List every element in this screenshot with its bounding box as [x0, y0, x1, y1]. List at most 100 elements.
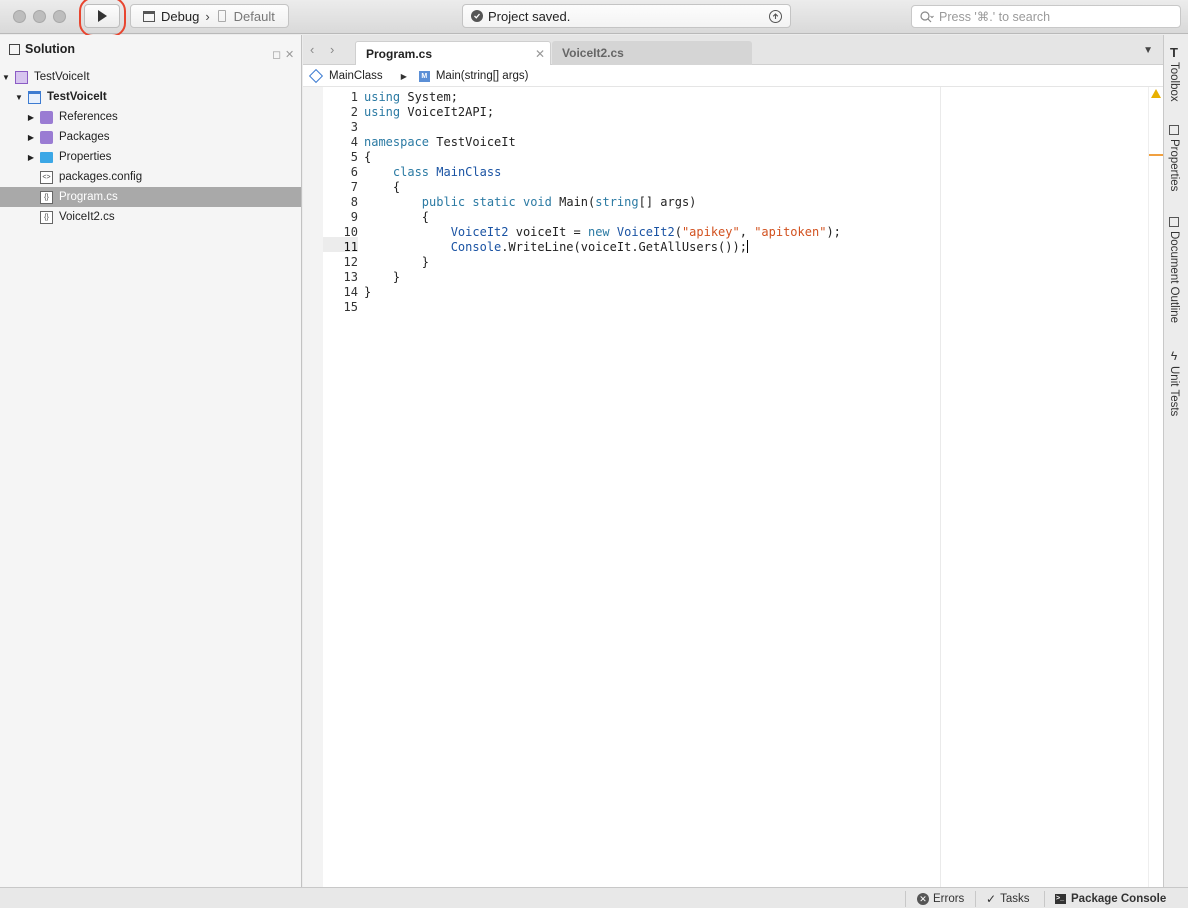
line-number: 4	[350, 135, 358, 149]
tasks-label: Tasks	[1000, 893, 1030, 905]
search-input[interactable]	[939, 9, 1169, 24]
tab-list-dropdown-icon[interactable]: ▼	[1143, 45, 1153, 56]
minimize-window-button[interactable]	[33, 10, 46, 23]
configuration-label: Debug	[161, 8, 200, 24]
dock-label: Document Outline	[1168, 231, 1180, 324]
dock-properties[interactable]: Properties	[1168, 125, 1180, 191]
code-editor: ‹ › Program.cs ✕ VoiceIt2.cs ▼ MainClass…	[303, 35, 1163, 887]
tree-item-voiceit2-cs[interactable]: {} VoiceIt2.cs	[0, 207, 301, 227]
close-pane-icon[interactable]: ✕	[285, 48, 294, 61]
line-number: 2	[350, 105, 358, 119]
line-number: 3	[350, 120, 358, 134]
tree-item-program-cs[interactable]: {} Program.cs	[0, 187, 301, 207]
check-circle-icon	[471, 10, 483, 22]
solution-pane: Solution ◻ ✕ ▼ TestVoiceIt ▼ TestVoiceIt…	[0, 35, 302, 887]
project-icon	[28, 90, 41, 104]
collapse-triangle-icon[interactable]: ▶	[26, 133, 36, 142]
editor-tabbar: ‹ › Program.cs ✕ VoiceIt2.cs ▼	[303, 35, 1163, 65]
upload-icon[interactable]	[769, 10, 782, 23]
target-label: Default	[233, 8, 275, 24]
change-marker[interactable]	[1149, 154, 1163, 156]
cs-file-icon: {}	[40, 190, 53, 204]
window-icon	[143, 10, 155, 22]
forward-arrow-icon[interactable]: ›	[330, 42, 334, 57]
package-console-pad-button[interactable]: >_ Package Console	[1055, 891, 1166, 907]
config-file-icon: <>	[40, 170, 53, 184]
outline-icon	[1169, 217, 1179, 227]
line-number: 1	[350, 90, 358, 104]
solution-pane-header: Solution	[0, 35, 301, 63]
code-line-text: Console.WriteLine(voiceIt.GetAllUsers())…	[450, 240, 748, 254]
breadcrumb-method[interactable]: Main(string[] args)	[436, 70, 529, 82]
line-number: 9	[350, 210, 358, 224]
dock-document-outline[interactable]: Document Outline	[1168, 217, 1180, 323]
solution-pane-title: Solution	[25, 42, 75, 56]
console-label: Package Console	[1071, 893, 1167, 905]
divider	[1044, 891, 1045, 907]
code-text-area[interactable]: 1 using System; 2 using VoiceIt2API; 3 4 names…	[323, 87, 1163, 887]
tree-item-label: TestVoiceIt	[47, 91, 107, 103]
configuration-selector[interactable]: Debug › Default	[130, 4, 289, 28]
tree-item-label: Program.cs	[59, 191, 118, 203]
editor-gutter	[303, 87, 323, 887]
tree-item-solution[interactable]: ▼ TestVoiceIt	[0, 67, 301, 87]
tree-item-label: Packages	[59, 131, 110, 143]
tree-item-properties[interactable]: ▶ Properties	[0, 147, 301, 167]
toolbox-icon: T	[1170, 45, 1178, 60]
line-number: 8	[350, 195, 358, 209]
text-caret	[746, 240, 748, 253]
tree-item-references[interactable]: ▶ References	[0, 107, 301, 127]
tree-item-packages-config[interactable]: <> packages.config	[0, 167, 301, 187]
breadcrumb-class[interactable]: MainClass	[329, 70, 383, 82]
expand-triangle-icon[interactable]: ▼	[1, 73, 11, 82]
dock-toolbox[interactable]: T Toolbox	[1168, 45, 1180, 102]
tab-program-cs[interactable]: Program.cs ✕	[355, 41, 551, 65]
back-arrow-icon[interactable]: ‹	[310, 42, 314, 57]
properties-icon	[1169, 125, 1179, 135]
tree-item-project[interactable]: ▼ TestVoiceIt	[0, 87, 301, 107]
code-line-text: {	[364, 180, 401, 194]
collapse-triangle-icon[interactable]: ▶	[26, 153, 36, 162]
search-field[interactable]	[911, 5, 1181, 28]
maximize-pane-icon[interactable]: ◻	[272, 48, 281, 61]
code-line-text: VoiceIt2 voiceIt = new VoiceIt2("apikey"…	[450, 225, 841, 239]
code-line-text: {	[364, 210, 430, 224]
tab-voiceit2-cs[interactable]: VoiceIt2.cs	[552, 41, 752, 65]
dock-label: Toolbox	[1168, 62, 1180, 102]
tree-item-label: Properties	[59, 151, 112, 163]
breadcrumb-arrow-icon: ▶	[400, 71, 407, 81]
folder-icon	[40, 151, 53, 163]
code-line-text: class MainClass	[392, 165, 502, 179]
code-line-text: using System;	[364, 90, 458, 104]
tab-label: Program.cs	[366, 46, 433, 61]
close-tab-icon[interactable]: ✕	[535, 47, 545, 61]
status-display: Project saved.	[462, 4, 791, 28]
collapse-triangle-icon[interactable]: ▶	[26, 113, 36, 122]
play-icon	[98, 10, 107, 22]
line-number: 5	[350, 150, 358, 164]
packages-icon	[40, 130, 53, 144]
right-dock: T Toolbox Properties Document Outline ϟ …	[1163, 35, 1188, 887]
zoom-window-button[interactable]	[53, 10, 66, 23]
dock-unit-tests[interactable]: ϟ Unit Tests	[1168, 349, 1180, 416]
line-number: 6	[350, 165, 358, 179]
run-button[interactable]	[84, 4, 120, 28]
console-icon: >_	[1055, 894, 1066, 904]
close-window-button[interactable]	[13, 10, 26, 23]
main-toolbar: Debug › Default Project saved.	[0, 0, 1188, 37]
line-number: 15	[343, 300, 358, 314]
overview-ruler[interactable]	[1148, 87, 1163, 887]
warning-icon[interactable]	[1151, 89, 1161, 98]
tasks-pad-button[interactable]: ✓ Tasks	[986, 891, 1029, 907]
solution-icon	[15, 70, 28, 84]
ide-window: Debug › Default Project saved. Solution …	[0, 0, 1188, 908]
checkmark-icon: ✓	[986, 892, 997, 906]
errors-pad-button[interactable]: ✕ Errors	[917, 891, 964, 907]
method-icon: M	[418, 70, 430, 82]
tree-item-label: References	[59, 111, 118, 123]
tree-item-packages[interactable]: ▶ Packages	[0, 127, 301, 147]
code-line-text: public static void Main(string[] args)	[421, 195, 697, 209]
expand-triangle-icon[interactable]: ▼	[14, 93, 24, 102]
dock-label: Properties	[1168, 139, 1180, 192]
status-bar: ✕ Errors ✓ Tasks >_ Package Console	[0, 887, 1188, 908]
